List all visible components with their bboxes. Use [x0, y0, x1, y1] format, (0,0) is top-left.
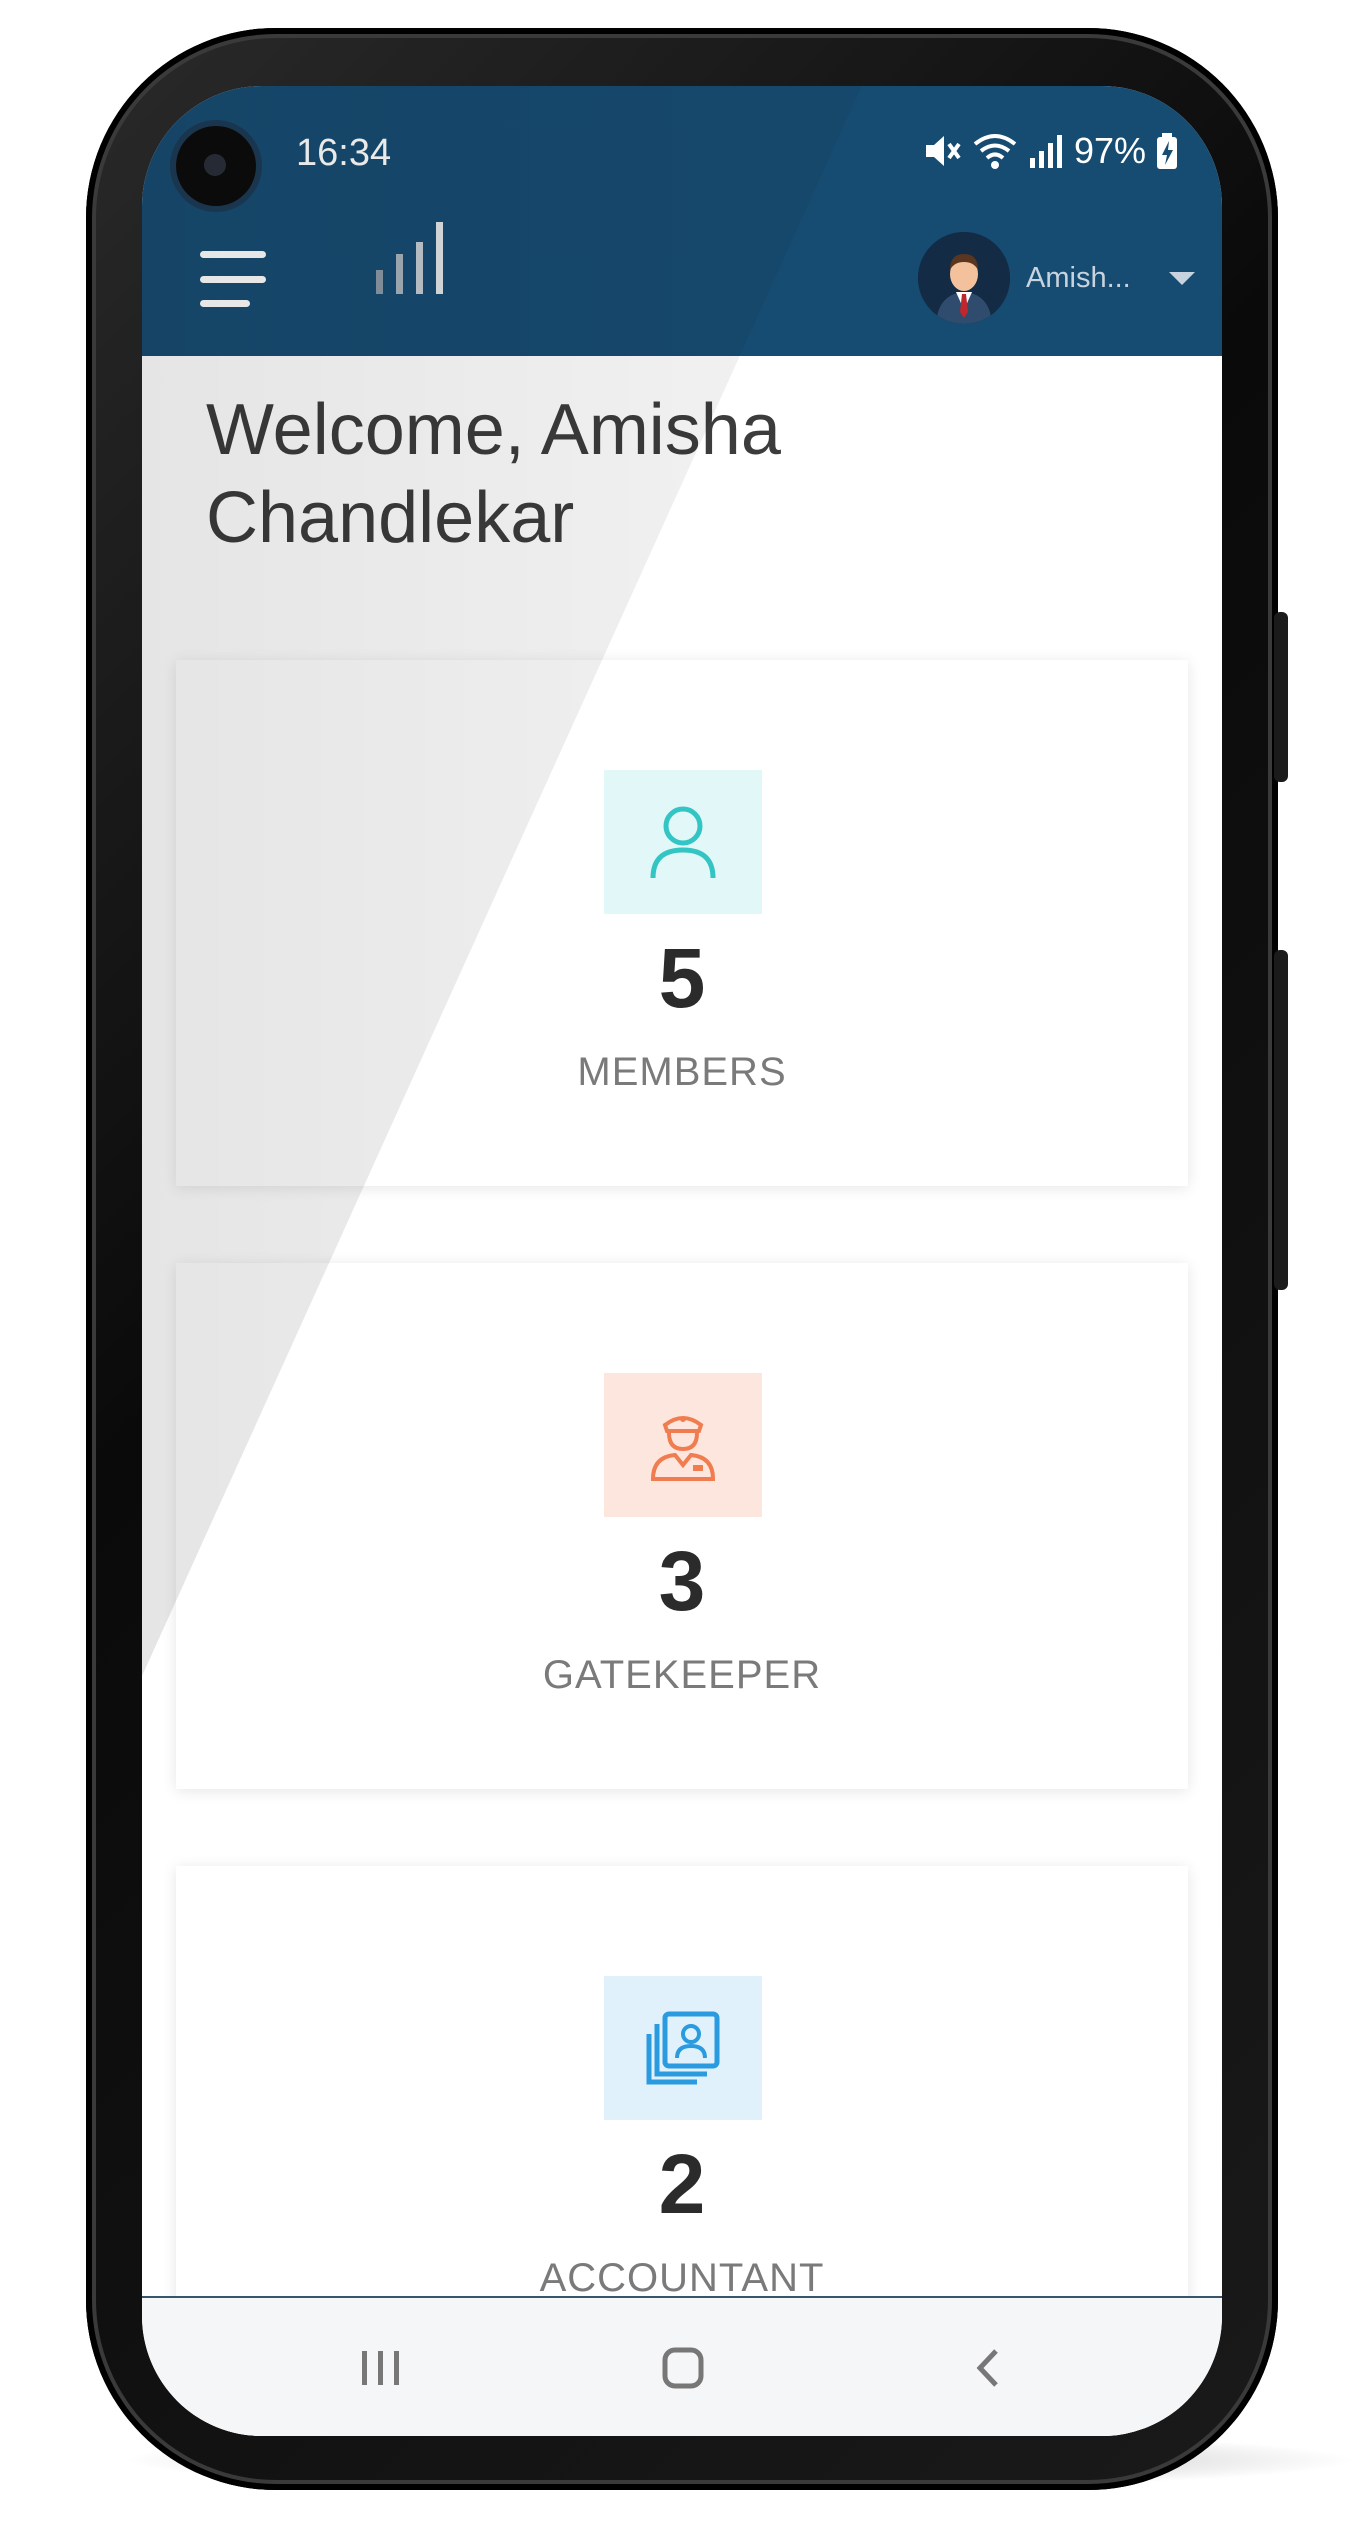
battery-charging-icon [1157, 133, 1178, 169]
menu-button[interactable] [200, 251, 270, 307]
profile-name: Amish... [1026, 261, 1131, 294]
gatekeeper-icon [650, 1416, 716, 1481]
welcome-heading: Welcome, Amisha Chandlekar [206, 390, 781, 558]
mute-icon [926, 136, 961, 166]
gatekeeper-count: 3 [658, 1534, 706, 1628]
front-camera [176, 126, 256, 206]
hamburger-menu-icon [200, 251, 266, 258]
gatekeeper-label: GATEKEEPER [542, 1653, 822, 1697]
avatar [918, 232, 1010, 324]
status-time: 16:34 [296, 132, 392, 174]
system-navbar [142, 2296, 1222, 2436]
member-icon-box [604, 770, 762, 914]
status-icons: 97% [922, 130, 1178, 172]
gatekeeper-card[interactable]: 3 GATEKEEPER [176, 1263, 1188, 1789]
recent-apps-icon [362, 2351, 399, 2385]
members-card[interactable]: 5 MEMBERS [176, 660, 1188, 1186]
members-count: 5 [658, 931, 706, 1025]
screen: 16:34 97% Amish... Welcome, Amisha Chand… [142, 86, 1222, 2436]
battery-percent: 97% [1074, 130, 1147, 171]
accountant-icon-box [604, 1976, 762, 2120]
volume-button [1274, 612, 1288, 782]
signal-icon [1030, 135, 1062, 168]
home-icon [662, 2347, 704, 2389]
power-button [1274, 950, 1288, 1290]
accountant-icon [646, 2011, 720, 2085]
wifi-icon [973, 134, 1017, 169]
home-button[interactable] [638, 2328, 728, 2408]
accountant-count: 2 [658, 2137, 706, 2231]
recent-apps-button[interactable] [336, 2328, 426, 2408]
chevron-down-icon [1168, 271, 1195, 285]
app-logo [376, 222, 443, 294]
back-icon [976, 2349, 998, 2387]
accountant-label: ACCOUNTANT [539, 2256, 825, 2300]
members-label: MEMBERS [577, 1050, 787, 1094]
app-header: 16:34 97% Amish... [142, 86, 1222, 356]
member-icon [650, 806, 716, 879]
gatekeeper-icon-box [604, 1373, 762, 1517]
back-button[interactable] [942, 2328, 1032, 2408]
profile-dropdown[interactable]: Amish... [918, 232, 1195, 324]
